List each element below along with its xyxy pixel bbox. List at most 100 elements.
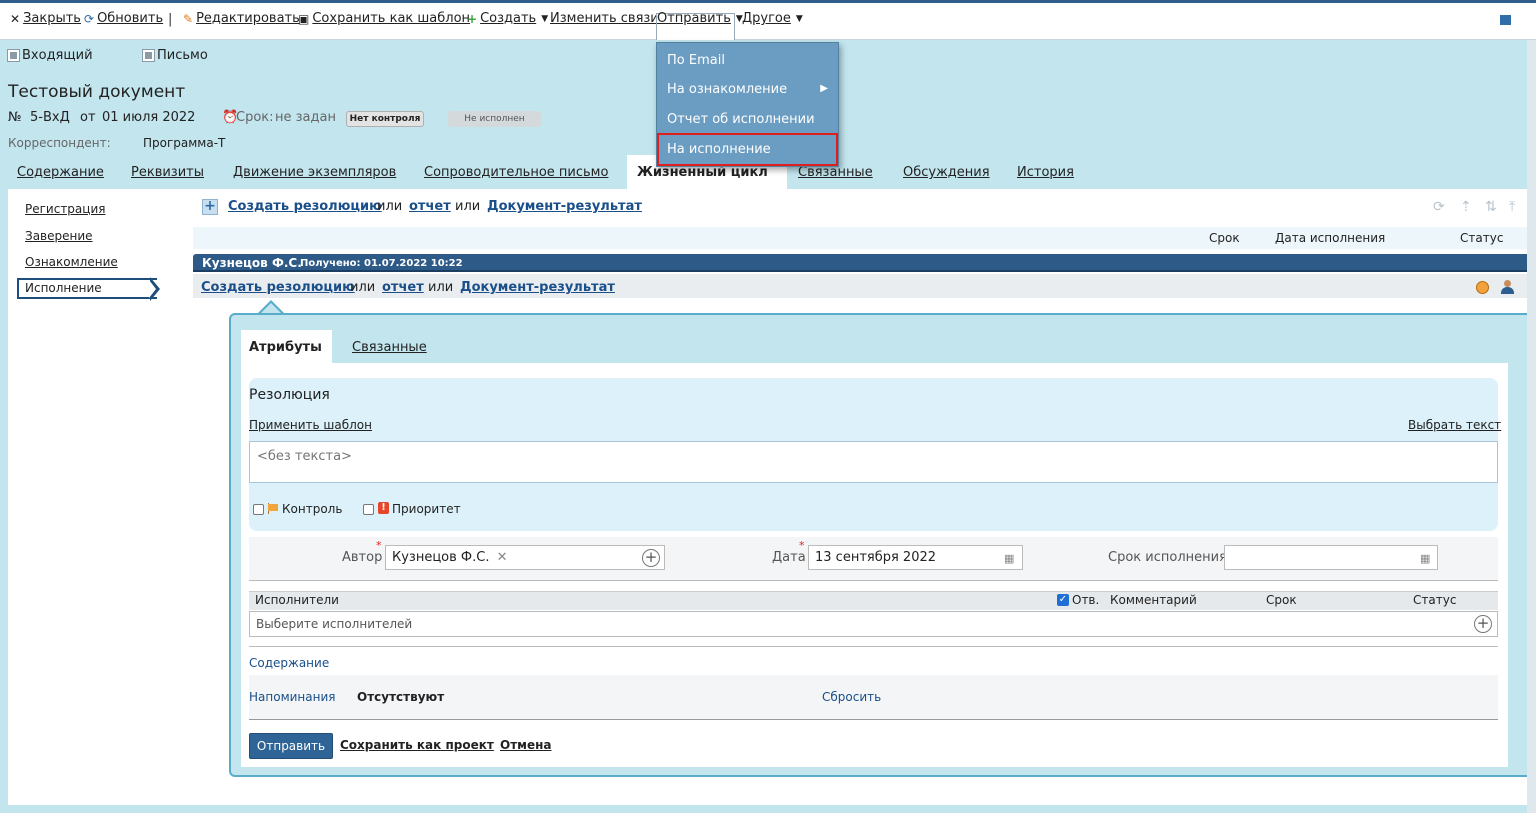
tag-square-icon	[142, 49, 155, 62]
layout-toggle-icon[interactable]	[1500, 15, 1511, 25]
close-button[interactable]: ✕ Закрыть	[10, 11, 81, 26]
doc-date-label: от	[80, 110, 96, 125]
form-tab-related[interactable]: Связанные	[352, 340, 427, 355]
expand-icon[interactable]: ⇅	[1485, 199, 1497, 215]
executors-label: Исполнители	[255, 593, 339, 607]
control-label: Контроль	[282, 502, 343, 516]
exec-deadline-field[interactable]	[1224, 545, 1438, 570]
tab-lifecycle[interactable]: Жизненный цикл	[637, 165, 768, 180]
executors-header	[249, 591, 1498, 610]
edit-button[interactable]: ✎ Редактировать	[183, 11, 300, 26]
assignee-name: Кузнецов Ф.С.	[202, 256, 302, 270]
add-executor-icon[interactable]: +	[1474, 615, 1492, 633]
submenu-arrow-icon: ▶	[820, 83, 828, 94]
author-value: Кузнецов Ф.С.	[392, 550, 490, 565]
date-label: Дата	[772, 550, 806, 565]
page-title: Тестовый документ	[8, 82, 186, 102]
tab-cover-letter[interactable]: Сопроводительное письмо	[424, 165, 608, 180]
create-menu-button[interactable]: + Создать ▼	[467, 11, 548, 26]
sidebar-item-execution[interactable]: Исполнение	[25, 281, 102, 295]
create-resolution-link[interactable]: Создать резолюцию	[228, 199, 382, 214]
comment-column: Комментарий	[1110, 593, 1197, 607]
create-resolution-link-2[interactable]: Создать резолюцию	[201, 280, 355, 295]
other-menu-button[interactable]: Другое ▼	[742, 11, 803, 26]
doc-number-label: №	[8, 110, 22, 125]
priority-icon: !	[378, 502, 389, 514]
deadline-label: Срок:	[236, 110, 274, 125]
result-doc-link[interactable]: Документ-результат	[487, 199, 642, 214]
clock-icon[interactable]	[1476, 281, 1489, 294]
menu-item-acquaintance[interactable]: На ознакомление	[667, 82, 787, 97]
deadline-column: Срок	[1266, 593, 1297, 607]
sidebar-item-acquaintance[interactable]: Ознакомление	[25, 255, 118, 269]
exec-deadline-label: Срок исполнения	[1108, 550, 1227, 565]
responsible-label: Отв.	[1072, 593, 1100, 607]
author-label: Автор	[342, 550, 383, 565]
sync-icon[interactable]: ⟳	[1433, 199, 1445, 215]
sidebar-item-certification[interactable]: Заверение	[25, 229, 93, 243]
control-checkbox[interactable]	[253, 504, 264, 515]
tab-requisites[interactable]: Реквизиты	[131, 165, 204, 180]
menu-item-exec-report[interactable]: Отчет об исполнении	[667, 112, 815, 127]
reminders-value: Отсутствуют	[357, 690, 445, 704]
correspondent-value: Программа-Т	[143, 136, 226, 150]
report-link[interactable]: отчет	[409, 199, 451, 214]
tab-related[interactable]: Связанные	[798, 165, 873, 180]
tab-discussions[interactable]: Обсуждения	[903, 165, 990, 180]
save-template-button[interactable]: ▣ Сохранить как шаблон	[298, 11, 470, 26]
sidebar-item-registration[interactable]: Регистрация	[25, 202, 105, 216]
menu-item-for-execution[interactable]: На исполнение	[667, 142, 771, 157]
apply-template-link[interactable]: Применить шаблон	[249, 418, 372, 432]
control-badge: Нет контроля	[346, 111, 424, 127]
responsible-checkbox[interactable]: ✓	[1057, 594, 1069, 606]
menu-item-email[interactable]: По Email	[667, 53, 725, 68]
toolbar-separator: |	[168, 12, 173, 27]
priority-checkbox[interactable]	[363, 504, 374, 515]
result-doc-link-2[interactable]: Документ-результат	[460, 280, 615, 295]
calendar-icon[interactable]: ▦	[1004, 552, 1014, 565]
tab-content[interactable]: Содержание	[17, 165, 104, 180]
remove-icon[interactable]: ✕	[497, 550, 508, 565]
choose-text-link[interactable]: Выбрать текст	[1408, 418, 1501, 432]
column-deadline: Срок	[1209, 231, 1240, 245]
add-author-icon[interactable]: +	[642, 549, 660, 567]
priority-label: Приоритет	[392, 502, 461, 516]
add-icon[interactable]: +	[202, 199, 218, 215]
refresh-button[interactable]: ⟳ Обновить	[84, 11, 163, 26]
doc-number: 5-ВхД	[30, 110, 70, 125]
collapse-icon[interactable]: ⇡	[1460, 199, 1472, 215]
column-exec-date: Дата исполнения	[1275, 231, 1386, 245]
scrollbar[interactable]	[1527, 40, 1536, 813]
caret-down-icon: ▼	[541, 13, 549, 24]
author-field[interactable]: Кузнецов Ф.С. ✕	[385, 545, 665, 570]
doc-kind-tag: Письмо	[142, 48, 208, 63]
doc-date: 01 июля 2022	[102, 110, 196, 125]
save-draft-link[interactable]: Сохранить как проект	[340, 738, 494, 752]
executors-input[interactable]: Выберите исполнителей	[249, 611, 1498, 637]
refresh-icon: ⟳	[84, 11, 95, 26]
tab-history[interactable]: История	[1017, 165, 1074, 180]
calendar-icon[interactable]: ▦	[1420, 552, 1430, 565]
reminders-label: Напоминания	[249, 690, 336, 704]
resolution-text-input[interactable]	[249, 441, 1498, 483]
date-field[interactable]: 13 сентября 2022	[808, 545, 1023, 570]
form-notch-inner	[261, 303, 281, 313]
send-button[interactable]: Отправить	[249, 733, 333, 759]
cancel-link[interactable]: Отмена	[500, 738, 552, 752]
divider	[249, 646, 1498, 647]
resolution-title: Резолюция	[249, 387, 330, 403]
assignee-received: Получено: 01.07.2022 10:22	[300, 258, 463, 269]
content-section-label[interactable]: Содержание	[249, 656, 329, 670]
reset-link[interactable]: Сбросить	[822, 690, 881, 704]
doc-type-tag: Входящий	[7, 48, 93, 63]
send-menu-button[interactable]: Отправить ▼	[657, 11, 743, 26]
change-links-button[interactable]: Изменить связи	[550, 11, 659, 26]
form-tab-attributes[interactable]: Атрибуты	[249, 340, 322, 355]
tab-copies-movement[interactable]: Движение экземпляров	[233, 165, 396, 180]
upload-icon[interactable]: ⤒	[1509, 199, 1515, 215]
status-badge: Не исполнен	[448, 111, 541, 127]
user-icon[interactable]	[1501, 280, 1514, 294]
report-link-2[interactable]: отчет	[382, 280, 424, 295]
column-status: Статус	[1460, 231, 1504, 245]
or-text: или	[350, 280, 376, 295]
